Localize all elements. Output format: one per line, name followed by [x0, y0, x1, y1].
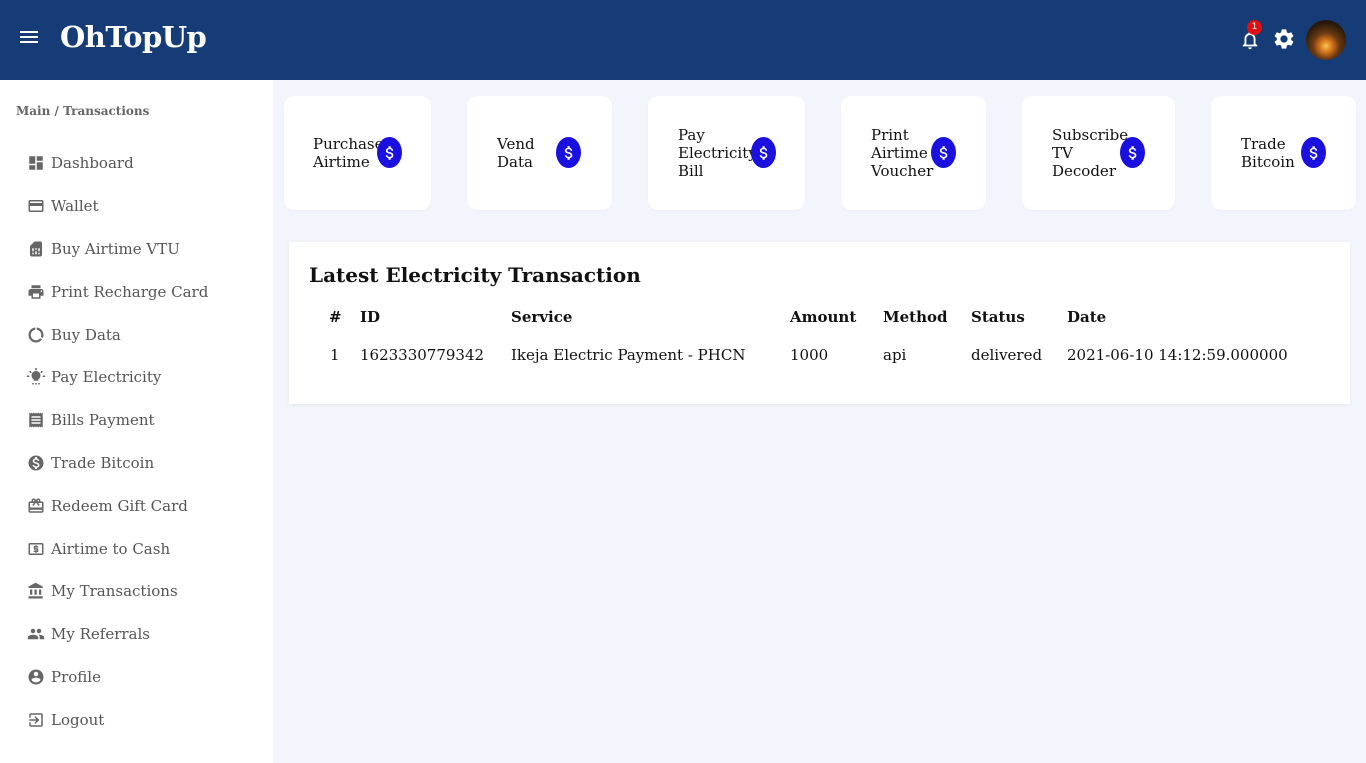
sidebar-item-label: Redeem Gift Card	[51, 496, 188, 515]
cash-icon	[26, 539, 46, 559]
cell-amount: 1000	[790, 346, 829, 364]
sidebar-item-label: Profile	[51, 667, 101, 686]
breadcrumb: Main / Transactions	[16, 104, 150, 118]
card-trade-bitcoin[interactable]: Trade Bitcoin	[1211, 96, 1356, 210]
column-header-date: Date	[1067, 308, 1107, 326]
cell-status: delivered	[971, 346, 1043, 364]
user-avatar[interactable]	[1306, 20, 1346, 60]
card-purchase-airtime[interactable]: Purchase Airtime	[284, 96, 431, 210]
sidebar-item-label: Logout	[51, 710, 105, 729]
sidebar-item-wallet[interactable]: Wallet	[26, 185, 266, 228]
sidebar-item-label: Pay Electricity	[51, 368, 162, 387]
card-label: Trade Bitcoin	[1241, 135, 1295, 171]
account-circle-icon	[26, 667, 46, 687]
sidebar-item-label: Wallet	[51, 197, 99, 216]
column-header-id: ID	[360, 308, 381, 326]
sidebar-item-label: My Transactions	[51, 582, 178, 601]
latest-transactions-panel: Latest Electricity Transaction # ID Serv…	[289, 242, 1350, 404]
card-label: Print Airtime Voucher	[871, 126, 934, 180]
sidebar-item-label: Buy Data	[51, 325, 121, 344]
card-label: Pay Electricity Bill	[678, 126, 757, 180]
sidebar-item-dashboard[interactable]: Dashboard	[26, 142, 266, 185]
sidebar-item-my-referrals[interactable]: My Referrals	[26, 613, 266, 656]
data-usage-icon	[26, 325, 46, 345]
sidebar-item-trade-bitcoin[interactable]: Trade Bitcoin	[26, 442, 266, 485]
sidebar-item-logout[interactable]: Logout	[26, 698, 266, 741]
printer-icon	[26, 282, 46, 302]
sidebar-item-label: Buy Airtime VTU	[51, 239, 180, 258]
card-label: Purchase Airtime	[313, 135, 384, 171]
column-header-status: Status	[971, 308, 1025, 326]
sidebar-nav: Dashboard Wallet Buy Airtime VTU Print R…	[26, 142, 266, 741]
card-vend-data[interactable]: Vend Data	[467, 96, 612, 210]
column-header-method: Method	[883, 308, 948, 326]
brand-logo[interactable]: OhTopUp	[60, 20, 207, 54]
receipt-icon	[26, 410, 46, 430]
panel-title: Latest Electricity Transaction	[309, 263, 641, 287]
bank-icon	[26, 581, 46, 601]
hamburger-menu-icon[interactable]	[20, 28, 44, 50]
sidebar: Main / Transactions Dashboard Wallet Buy…	[0, 80, 273, 763]
sidebar-item-airtime-to-cash[interactable]: Airtime to Cash	[26, 527, 266, 570]
sidebar-item-bills-payment[interactable]: Bills Payment	[26, 399, 266, 442]
dollar-coin-icon	[377, 137, 402, 168]
card-print-airtime-voucher[interactable]: Print Airtime Voucher	[841, 96, 986, 210]
sidebar-item-redeem-gift-card[interactable]: Redeem Gift Card	[26, 484, 266, 527]
card-pay-electricity-bill[interactable]: Pay Electricity Bill	[648, 96, 805, 210]
sidebar-item-label: Print Recharge Card	[51, 282, 209, 301]
sidebar-item-buy-airtime-vtu[interactable]: Buy Airtime VTU	[26, 228, 266, 271]
cell-index: 1	[330, 346, 340, 364]
sidebar-item-label: Airtime to Cash	[51, 539, 171, 558]
column-header-service: Service	[511, 308, 573, 326]
card-label: Subscribe TV Decoder	[1052, 126, 1129, 180]
dollar-circle-icon	[26, 453, 46, 473]
card-label: Vend Data	[497, 135, 535, 171]
gift-card-icon	[26, 496, 46, 516]
top-navbar: OhTopUp 1	[0, 0, 1366, 80]
sidebar-item-profile[interactable]: Profile	[26, 656, 266, 699]
dollar-coin-icon	[751, 137, 776, 168]
sidebar-item-buy-data[interactable]: Buy Data	[26, 313, 266, 356]
sidebar-item-my-transactions[interactable]: My Transactions	[26, 570, 266, 613]
card-subscribe-tv-decoder[interactable]: Subscribe TV Decoder	[1022, 96, 1175, 210]
dollar-coin-icon	[556, 137, 581, 168]
wallet-icon	[26, 196, 46, 216]
cell-service: Ikeja Electric Payment - PHCN	[511, 346, 746, 364]
cell-id: 1623330779342	[360, 346, 485, 364]
column-header-index: #	[329, 308, 342, 326]
people-icon	[26, 624, 46, 644]
column-header-amount: Amount	[790, 308, 857, 326]
cell-method: api	[883, 346, 907, 364]
notification-badge: 1	[1247, 20, 1262, 35]
settings-gear-icon[interactable]	[1272, 27, 1296, 51]
sidebar-item-print-recharge-card[interactable]: Print Recharge Card	[26, 270, 266, 313]
lightbulb-icon	[26, 367, 46, 387]
dollar-coin-icon	[1120, 137, 1145, 168]
dashboard-icon	[26, 153, 46, 173]
dollar-coin-icon	[1301, 137, 1326, 168]
dollar-coin-icon	[931, 137, 956, 168]
sidebar-item-label: Trade Bitcoin	[51, 453, 155, 472]
sim-card-icon	[26, 239, 46, 259]
sidebar-item-label: Dashboard	[51, 154, 134, 173]
sidebar-item-label: Bills Payment	[51, 411, 155, 430]
sidebar-item-label: My Referrals	[51, 625, 150, 644]
logout-icon	[26, 710, 46, 730]
cell-date: 2021-06-10 14:12:59.000000	[1067, 346, 1288, 364]
sidebar-item-pay-electricity[interactable]: Pay Electricity	[26, 356, 266, 399]
